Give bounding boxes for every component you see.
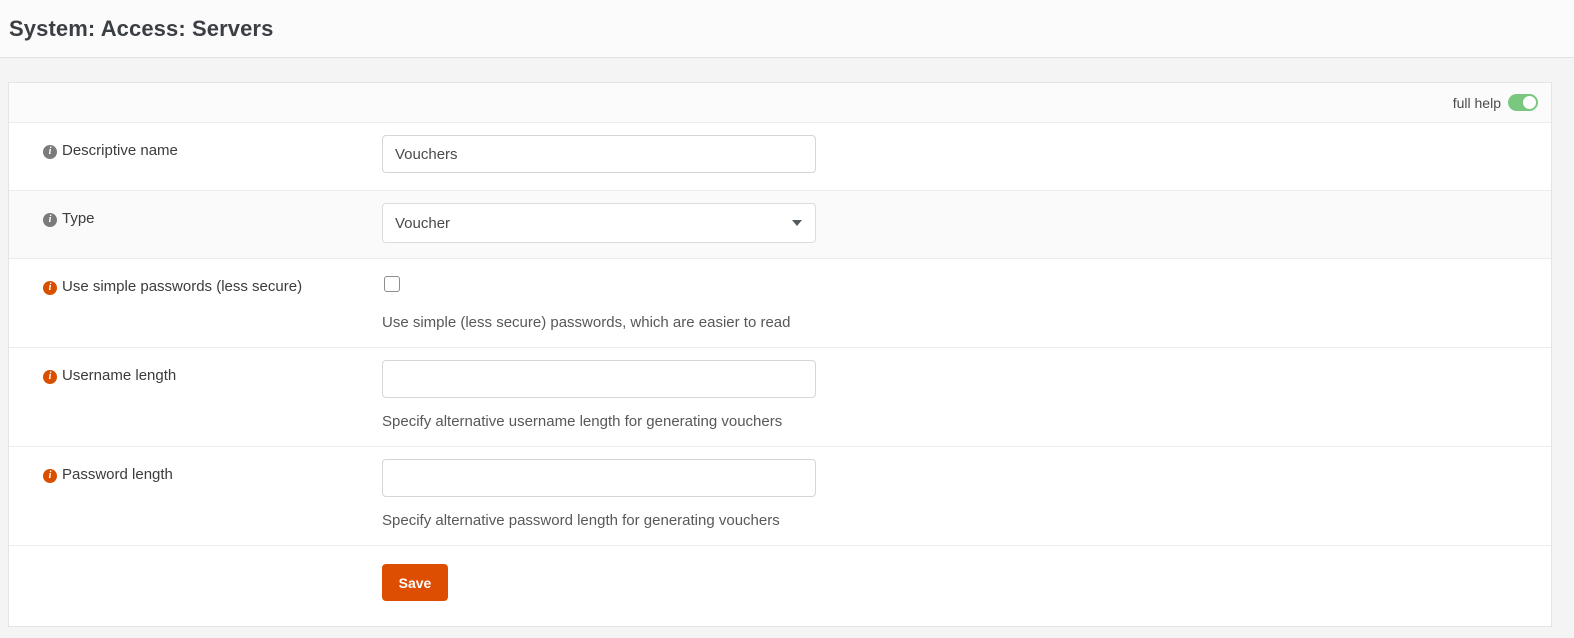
label-descriptive-name: i Descriptive name — [9, 123, 374, 161]
simple-passwords-checkbox[interactable] — [384, 276, 400, 292]
label-type: i Type — [9, 191, 374, 229]
form-row-descriptive-name: i Descriptive name — [9, 123, 1551, 191]
type-select[interactable]: Voucher — [382, 203, 816, 243]
settings-panel: full help i Descriptive name i Typ — [8, 82, 1552, 627]
label-text: Password length — [62, 465, 173, 485]
label-password-length: i Password length — [9, 447, 374, 485]
info-icon[interactable]: i — [43, 145, 57, 159]
username-length-input[interactable] — [382, 360, 816, 398]
help-text: Specify alternative username length for … — [382, 412, 1551, 432]
label-text: Type — [62, 209, 95, 229]
page-title: System: Access: Servers — [9, 16, 273, 42]
info-icon[interactable]: i — [43, 370, 57, 384]
info-icon[interactable]: i — [43, 281, 57, 295]
help-text: Use simple (less secure) passwords, whic… — [382, 313, 1551, 333]
label-text: Username length — [62, 366, 176, 386]
full-help-label: full help — [1453, 95, 1501, 111]
descriptive-name-input[interactable] — [382, 135, 816, 173]
field-simple-passwords: Use simple (less secure) passwords, whic… — [374, 259, 1551, 347]
info-icon[interactable]: i — [43, 213, 57, 227]
page-header: System: Access: Servers — [0, 0, 1574, 58]
label-text: Descriptive name — [62, 141, 178, 161]
field-password-length: Specify alternative password length for … — [374, 447, 1551, 545]
password-length-input[interactable] — [382, 459, 816, 497]
form-row-type: i Type Voucher — [9, 191, 1551, 259]
save-row: Save — [9, 546, 1551, 626]
field-descriptive-name — [374, 123, 1551, 187]
label-username-length: i Username length — [9, 348, 374, 386]
full-help-row: full help — [9, 83, 1551, 123]
help-text: Specify alternative password length for … — [382, 511, 1551, 531]
full-help-toggle[interactable] — [1508, 94, 1538, 111]
toggle-knob-icon — [1523, 96, 1536, 109]
form-row-simple-passwords: i Use simple passwords (less secure) Use… — [9, 259, 1551, 348]
label-text: Use simple passwords (less secure) — [62, 277, 302, 297]
content-area: full help i Descriptive name i Typ — [0, 58, 1574, 627]
info-icon[interactable]: i — [43, 469, 57, 483]
field-username-length: Specify alternative username length for … — [374, 348, 1551, 446]
form-row-password-length: i Password length Specify alternative pa… — [9, 447, 1551, 546]
label-simple-passwords: i Use simple passwords (less secure) — [9, 259, 374, 297]
save-button[interactable]: Save — [382, 564, 448, 601]
field-type: Voucher — [374, 191, 1551, 257]
form-row-username-length: i Username length Specify alternative us… — [9, 348, 1551, 447]
